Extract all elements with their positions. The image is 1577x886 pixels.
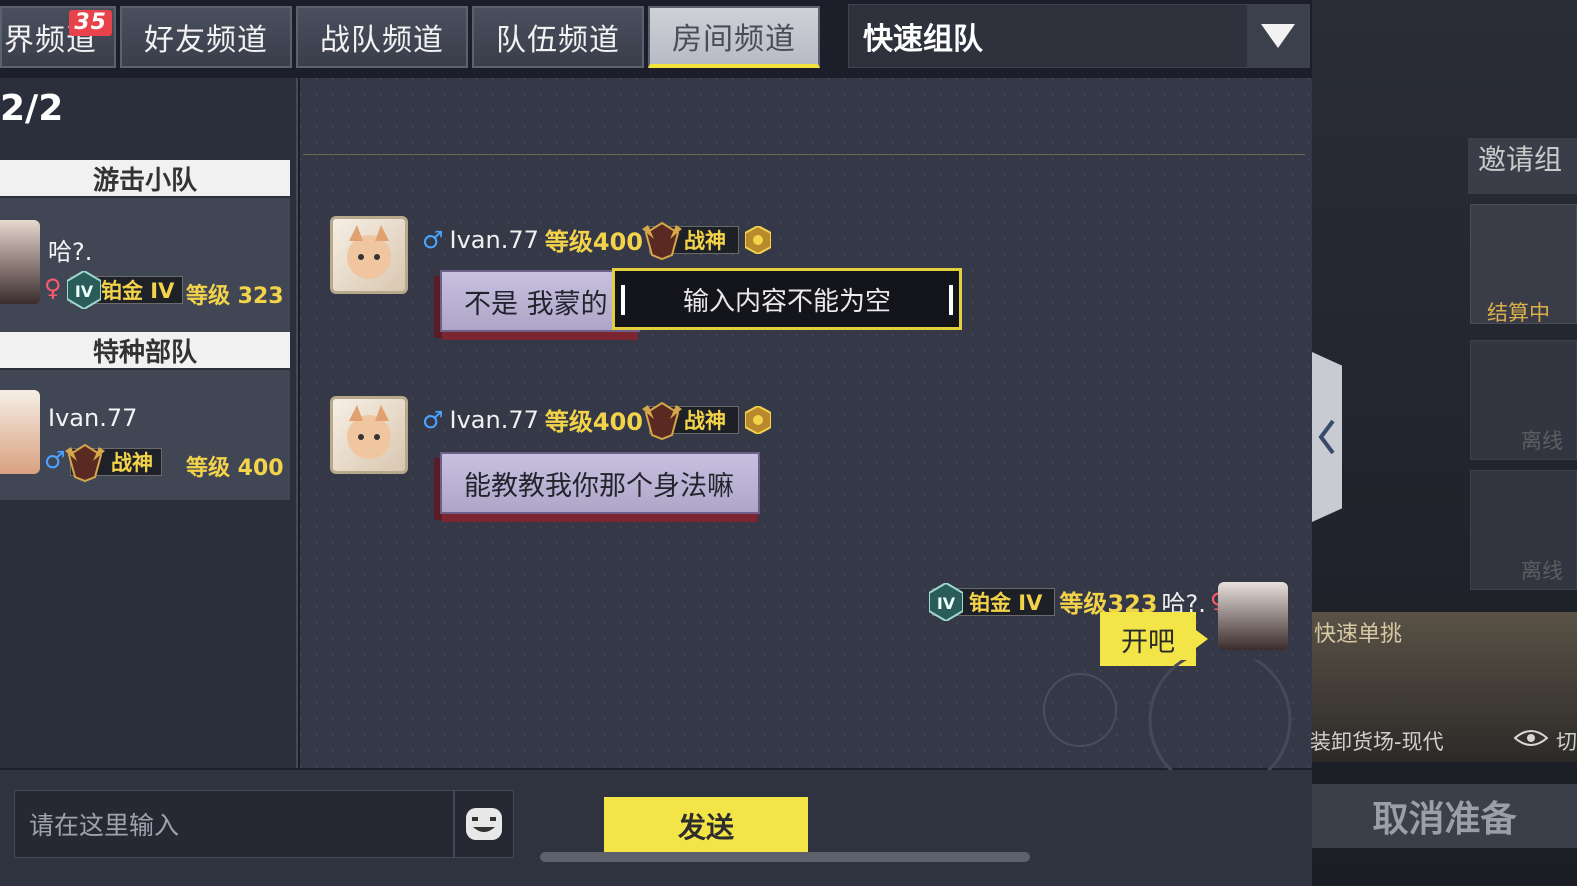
avatar bbox=[0, 220, 40, 304]
message-meta: ♂ Ivan.77 等级400 战神 bbox=[422, 221, 771, 260]
title-label: 战神 bbox=[684, 228, 726, 253]
title-label: 战神 bbox=[684, 408, 726, 433]
rank-badge: IV 铂金 IV bbox=[929, 582, 1056, 621]
map-extra: 切 bbox=[1556, 730, 1577, 754]
tab-friends[interactable]: 好友频道 bbox=[120, 6, 292, 68]
status-label: 结算中 bbox=[1487, 301, 1550, 325]
horizontal-scrollbar[interactable] bbox=[540, 852, 1030, 862]
medal-icon bbox=[745, 405, 771, 434]
sender-name: Ivan.77 bbox=[449, 405, 539, 434]
squad-header: 游击小队 bbox=[0, 160, 290, 196]
member-card[interactable]: 哈?. ♀ IV 铂金 IV 等级 323 bbox=[0, 198, 290, 332]
member-card[interactable]: Ivan.77 ♂ 战神 等级 400 bbox=[0, 370, 290, 500]
war-god-rank-icon bbox=[642, 401, 682, 440]
war-god-rank-icon bbox=[642, 221, 682, 260]
rank-badge: 战神 bbox=[65, 443, 162, 483]
member-name: 哈?. bbox=[48, 238, 93, 266]
invite-label: 邀请组 bbox=[1478, 143, 1563, 176]
avatar bbox=[0, 390, 40, 474]
emoji-icon[interactable] bbox=[454, 790, 514, 858]
teammate-card: 离线 bbox=[1470, 340, 1577, 460]
tab-friends-label: 好友频道 bbox=[144, 23, 268, 58]
collapse-arrow-icon[interactable] bbox=[1312, 352, 1342, 522]
platinum-rank-icon: IV bbox=[67, 271, 101, 309]
tab-team[interactable]: 队伍频道 bbox=[472, 6, 644, 68]
member-name: Ivan.77 bbox=[48, 404, 138, 432]
tab-room[interactable]: 房间频道 bbox=[648, 6, 820, 68]
avatar[interactable] bbox=[330, 216, 408, 294]
avatar[interactable] bbox=[1218, 582, 1288, 650]
male-icon: ♂ bbox=[44, 446, 66, 474]
member-level: 等级 323 bbox=[186, 284, 284, 309]
tab-world[interactable]: 界频道 35 bbox=[0, 6, 116, 68]
eye-icon bbox=[1514, 730, 1548, 746]
invite-button[interactable]: 邀请组 bbox=[1468, 138, 1577, 194]
cancel-ready-button[interactable]: 取消准备 bbox=[1312, 784, 1577, 848]
rank-label: 战神 bbox=[111, 451, 153, 475]
rank-label: 铂金 IV bbox=[969, 590, 1043, 615]
title-badge: 战神 bbox=[642, 401, 739, 440]
title-badge: 战神 bbox=[642, 221, 739, 260]
war-god-rank-icon bbox=[65, 443, 105, 483]
avatar[interactable] bbox=[330, 396, 408, 474]
chat-divider bbox=[303, 154, 1305, 155]
quick-team-dropdown[interactable]: 快速组队 bbox=[848, 4, 1310, 68]
svg-text:IV: IV bbox=[75, 282, 94, 301]
rank-badge: IV 铂金 IV bbox=[67, 271, 184, 309]
unread-badge: 35 bbox=[69, 10, 112, 36]
tab-clan-label: 战队频道 bbox=[320, 23, 444, 58]
status-label: 离线 bbox=[1521, 559, 1563, 583]
tab-clan[interactable]: 战队频道 bbox=[296, 6, 468, 68]
input-placeholder: 请在这里输入 bbox=[29, 811, 180, 840]
member-level: 等级 400 bbox=[186, 456, 284, 481]
toast-text: 输入内容不能为空 bbox=[682, 286, 891, 317]
svg-text:IV: IV bbox=[937, 594, 956, 613]
teammate-card: 离线 bbox=[1470, 470, 1577, 590]
female-icon: ♀ bbox=[44, 274, 62, 302]
tab-room-label: 房间频道 bbox=[672, 22, 796, 57]
male-icon: ♂ bbox=[422, 405, 444, 434]
decorative-ring-icon bbox=[1043, 660, 1292, 770]
message-text: 开吧 bbox=[1121, 626, 1175, 658]
teammate-card: 结算中 bbox=[1470, 204, 1577, 325]
mode-title: 快速单挑 bbox=[1314, 622, 1403, 647]
quick-team-label: 快速组队 bbox=[863, 22, 983, 57]
chat-input[interactable]: 请在这里输入 bbox=[14, 790, 454, 858]
map-name: 装卸货场-现代 bbox=[1310, 730, 1444, 754]
status-label: 离线 bbox=[1521, 429, 1563, 453]
chat-bubble: 能教教我你那个身法嘛 bbox=[440, 452, 760, 514]
platinum-rank-icon: IV bbox=[929, 582, 963, 621]
dropdown-arrow-icon[interactable] bbox=[1247, 5, 1309, 67]
squad-header: 特种部队 bbox=[0, 332, 290, 368]
message-text: 能教教我你那个身法嘛 bbox=[464, 470, 734, 502]
message-text: 不是 我蒙的 bbox=[464, 288, 608, 320]
male-icon: ♂ bbox=[422, 225, 444, 254]
sender-level: 等级400 bbox=[544, 408, 643, 436]
room-count: 2/2 bbox=[0, 88, 64, 129]
tab-team-label: 队伍频道 bbox=[496, 23, 620, 58]
medal-icon bbox=[745, 225, 771, 254]
chat-bubble: 不是 我蒙的 bbox=[440, 270, 640, 332]
send-label: 发送 bbox=[677, 811, 734, 844]
sender-name: Ivan.77 bbox=[449, 225, 539, 254]
cancel-ready-label: 取消准备 bbox=[1372, 799, 1517, 840]
message-meta: ♂ Ivan.77 等级400 战神 bbox=[422, 401, 771, 440]
sender-level: 等级400 bbox=[544, 228, 643, 256]
my-chat-bubble: 开吧 bbox=[1100, 612, 1208, 666]
error-toast: 输入内容不能为空 bbox=[612, 268, 962, 330]
send-button[interactable]: 发送 bbox=[604, 797, 808, 855]
rank-label: 铂金 IV bbox=[101, 279, 175, 303]
